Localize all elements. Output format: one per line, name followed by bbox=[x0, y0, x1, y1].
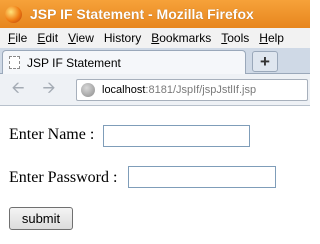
firefox-logo-icon bbox=[5, 5, 22, 23]
menu-bookmarks[interactable]: Bookmarks bbox=[146, 28, 216, 48]
menu-view[interactable]: View bbox=[63, 28, 99, 48]
name-label: Enter Name : bbox=[9, 126, 95, 143]
menu-history[interactable]: History bbox=[99, 28, 146, 48]
password-label: Enter Password : bbox=[9, 169, 118, 186]
tab-strip: JSP IF Statement + bbox=[0, 48, 310, 74]
menu-bar: File Edit View History Bookmarks Tools H… bbox=[0, 28, 310, 48]
menu-file[interactable]: File bbox=[3, 28, 32, 48]
menu-edit[interactable]: Edit bbox=[32, 28, 63, 48]
globe-icon bbox=[81, 83, 95, 97]
page-icon bbox=[9, 56, 20, 69]
url-path: :8181/JspIf/jspJstlIf.jsp bbox=[145, 84, 257, 96]
tab-jsp-if-statement[interactable]: JSP IF Statement bbox=[2, 50, 246, 74]
menu-help[interactable]: Help bbox=[254, 28, 289, 48]
forward-arrow-icon[interactable]: 🡪 bbox=[40, 80, 58, 99]
url-host: localhost bbox=[102, 84, 146, 96]
window-title: JSP IF Statement - Mozilla Firefox bbox=[30, 6, 254, 22]
navigation-bar: 🡨 🡪 localhost:8181/JspIf/jspJstlIf.jsp bbox=[0, 74, 310, 106]
back-arrow-icon[interactable]: 🡨 bbox=[9, 80, 27, 99]
tab-label: JSP IF Statement bbox=[27, 55, 121, 70]
menu-tools[interactable]: Tools bbox=[216, 28, 254, 48]
window-titlebar: JSP IF Statement - Mozilla Firefox bbox=[0, 0, 310, 28]
name-input[interactable] bbox=[103, 125, 250, 147]
password-input[interactable] bbox=[128, 166, 276, 188]
page-content: Enter Name : Enter Password : submit bbox=[0, 106, 310, 244]
new-tab-button[interactable]: + bbox=[252, 51, 278, 72]
submit-button[interactable]: submit bbox=[9, 207, 73, 230]
address-bar[interactable]: localhost:8181/JspIf/jspJstlIf.jsp bbox=[76, 79, 308, 101]
